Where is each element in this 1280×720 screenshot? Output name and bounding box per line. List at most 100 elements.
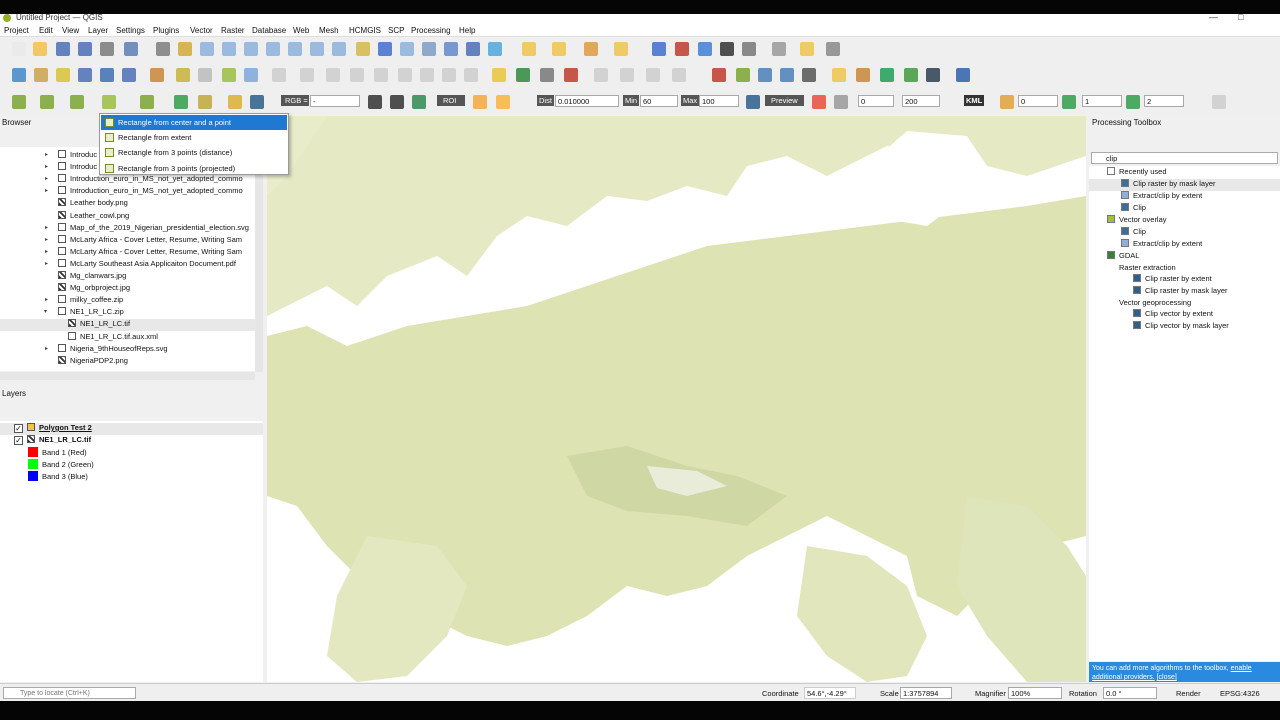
toolbar-3-tool-5-icon[interactable]: [140, 95, 154, 109]
toolbar-1-tool-22-icon[interactable]: [488, 42, 502, 56]
toolbar-2-tool-16-icon[interactable]: [374, 68, 388, 82]
browser-item[interactable]: Map_of_the_2019_Nigerian_presidential_el…: [58, 222, 249, 235]
toolbar-2-tool-14-icon[interactable]: [326, 68, 340, 82]
expand-arrow-icon[interactable]: ▸: [45, 260, 48, 272]
dist-input[interactable]: 0.010000: [555, 95, 619, 107]
toolbox-group-0[interactable]: Recently used: [1107, 167, 1167, 179]
menu-project[interactable]: Project: [4, 26, 29, 35]
maximize-button[interactable]: □: [1238, 14, 1243, 22]
toolbar-2-tool-13-icon[interactable]: [300, 68, 314, 82]
toolbar-2-tool-12-icon[interactable]: [272, 68, 286, 82]
toolbar-2-tool-35-icon[interactable]: [856, 68, 870, 82]
toolbar-1-tool-8-icon[interactable]: [178, 42, 192, 56]
expand-arrow-icon[interactable]: ▸: [45, 151, 48, 163]
toolbar-1-tool-13-icon[interactable]: [288, 42, 302, 56]
toolbar-2-tool-38-icon[interactable]: [926, 68, 940, 82]
toolbar-1-tool-11-icon[interactable]: [244, 42, 258, 56]
band-c-input[interactable]: 2: [1144, 95, 1184, 107]
toolbox-algorithm[interactable]: Clip: [1121, 203, 1146, 215]
browser-item[interactable]: Introduc: [58, 150, 97, 162]
toolbar-1-tool-32-icon[interactable]: [772, 42, 786, 56]
toolbar-1-tool-3-icon[interactable]: [56, 42, 70, 56]
band-a-input[interactable]: 0: [1018, 95, 1058, 107]
crs-button[interactable]: EPSG:4326: [1220, 689, 1260, 698]
toolbar-1-tool-28-icon[interactable]: [675, 42, 689, 56]
toolbar-2-tool-10-icon[interactable]: [222, 68, 236, 82]
layer-item[interactable]: ✓ NE1_LR_LC.tif: [14, 435, 91, 447]
expand-arrow-icon[interactable]: ▸: [45, 163, 48, 175]
menu-layer[interactable]: Layer: [88, 26, 108, 35]
browser-item[interactable]: NE1_LR_LC.tif: [0, 319, 255, 332]
magnifier-input[interactable]: 100%: [1008, 687, 1062, 699]
toolbar-1-tool-4-icon[interactable]: [78, 42, 92, 56]
toolbar-2-tool-11-icon[interactable]: [244, 68, 258, 82]
toolbar-1-tool-10-icon[interactable]: [222, 42, 236, 56]
toolbar-1-tool-9-icon[interactable]: [200, 42, 214, 56]
toolbar-1-tool-26-icon[interactable]: [614, 42, 628, 56]
toolbox-group-1[interactable]: Vector overlay: [1107, 215, 1167, 227]
toolbox-gdal-algorithm[interactable]: Clip raster by extent: [1133, 274, 1212, 286]
toolbar-1-tool-16-icon[interactable]: [356, 42, 370, 56]
menu-database[interactable]: Database: [252, 26, 286, 35]
toolbar-2-tool-33-icon[interactable]: [802, 68, 816, 82]
toolbar-1-tool-34-icon[interactable]: [826, 42, 840, 56]
toolbar-2-tool-4-icon[interactable]: [78, 68, 92, 82]
toolbar-2-tool-26-icon[interactable]: [620, 68, 634, 82]
preview-button[interactable]: Preview: [765, 95, 804, 106]
toolbar-1-tool-20-icon[interactable]: [444, 42, 458, 56]
menu-hcmgis[interactable]: HCMGIS: [349, 26, 381, 35]
toolbar-1-tool-23-icon[interactable]: [522, 42, 536, 56]
toolbar-2-tool-19-icon[interactable]: [442, 68, 456, 82]
menu-web[interactable]: Web: [293, 26, 309, 35]
browser-item[interactable]: Mg_orbproject.jpg: [58, 283, 130, 295]
toolbar-3-tool-13-icon[interactable]: [473, 95, 487, 109]
band-b-input[interactable]: 1: [1082, 95, 1122, 107]
toolbar-1-tool-6-icon[interactable]: [124, 42, 138, 56]
toolbar-3-tool-6-icon[interactable]: [174, 95, 188, 109]
toolbar-3-tool-10-icon[interactable]: [368, 95, 382, 109]
toolbar-1-tool-14-icon[interactable]: [310, 42, 324, 56]
minimize-button[interactable]: —: [1209, 14, 1218, 22]
toolbar-2-tool-1-icon[interactable]: [12, 68, 26, 82]
toolbox-algorithm[interactable]: Extract/clip by extent: [1121, 191, 1202, 203]
toolbox-gdal-algorithm[interactable]: Clip raster by mask layer: [1133, 286, 1228, 298]
menu-settings[interactable]: Settings: [116, 26, 145, 35]
toolbar-2-tool-34-icon[interactable]: [832, 68, 846, 82]
toolbar-3-tool-7-icon[interactable]: [198, 95, 212, 109]
menu-help[interactable]: Help: [459, 26, 475, 35]
toolbar-1-tool-29-icon[interactable]: [698, 42, 712, 56]
toolbar-2-tool-2-icon[interactable]: [34, 68, 48, 82]
browser-item[interactable]: Leather_cowl.png: [58, 210, 129, 223]
toolbar-1-tool-31-icon[interactable]: [742, 42, 756, 56]
toolbar-3-tool-14-icon[interactable]: [496, 95, 510, 109]
browser-item[interactable]: McLarty Southeast Asia Applicaiton Docum…: [58, 258, 236, 271]
dropdown-item[interactable]: Rectangle from 3 points (distance): [101, 145, 287, 160]
toolbar-3-tool-4-icon[interactable]: [102, 95, 116, 109]
browser-item[interactable]: McLarty Africa - Cover Letter, Resume, W…: [58, 234, 242, 247]
min-input[interactable]: 60: [640, 95, 678, 107]
toolbar-1-tool-27-icon[interactable]: [652, 42, 666, 56]
toolbar-2-tool-21-icon[interactable]: [492, 68, 506, 82]
toolbar-3-tool-2-icon[interactable]: [40, 95, 54, 109]
menu-vector[interactable]: Vector: [190, 26, 213, 35]
rotation-input[interactable]: 0.0 °: [1103, 687, 1157, 699]
toolbar-2-tool-17-icon[interactable]: [398, 68, 412, 82]
expand-arrow-icon[interactable]: ▸: [45, 236, 48, 248]
browser-h-scrollbar[interactable]: [0, 372, 255, 380]
toolbar-3-tool-20-icon[interactable]: [1126, 95, 1140, 109]
expand-arrow-icon[interactable]: ▸: [45, 345, 48, 357]
expand-arrow-icon[interactable]: ▸: [45, 175, 48, 187]
toolbar-2-tool-28-icon[interactable]: [672, 68, 686, 82]
toolbar-2-tool-9-icon[interactable]: [198, 68, 212, 82]
toolbar-1-tool-17-icon[interactable]: [378, 42, 392, 56]
roi-label[interactable]: ROI: [437, 95, 465, 106]
layer-visibility-checkbox[interactable]: ✓: [14, 436, 23, 445]
expand-arrow-icon[interactable]: ▸: [45, 224, 48, 236]
toolbar-2-tool-23-icon[interactable]: [540, 68, 554, 82]
browser-item[interactable]: Mg_clanwars.jpg: [58, 271, 126, 283]
menu-scp[interactable]: SCP: [388, 26, 404, 35]
toolbar-2-tool-18-icon[interactable]: [420, 68, 434, 82]
toolbar-2-tool-36-icon[interactable]: [880, 68, 894, 82]
toolbar-3-tool-8-icon[interactable]: [228, 95, 242, 109]
toolbar-2-tool-5-icon[interactable]: [100, 68, 114, 82]
